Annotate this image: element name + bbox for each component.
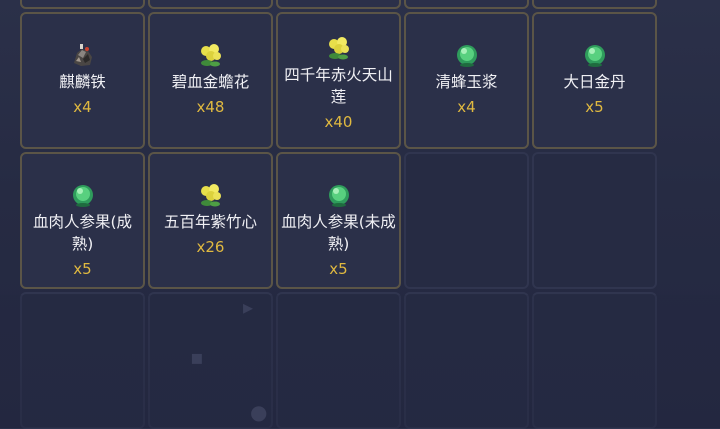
item-name: 四千年赤火天山莲 xyxy=(284,66,393,106)
inventory-slot-empty[interactable] xyxy=(532,152,657,289)
green-herb-icon xyxy=(453,41,481,69)
inventory-slot[interactable] xyxy=(532,0,657,9)
inventory-grid: 麒麟铁 x4 碧血金蟾花 x48 四千年赤火天山莲 x40 清蜂玉浆 x4 大日… xyxy=(20,0,657,429)
item-quantity: x5 xyxy=(329,260,348,278)
yellow-flower-icon xyxy=(197,41,225,69)
yellow-flower-icon xyxy=(197,181,225,209)
inventory-slot-snow-lotus[interactable]: 四千年赤火天山莲 x40 xyxy=(276,12,401,149)
inventory-slot-empty[interactable] xyxy=(20,292,145,429)
item-quantity: x4 xyxy=(73,98,92,116)
inventory-slot-qilin-iron[interactable]: 麒麟铁 x4 xyxy=(20,12,145,149)
inventory-slot-golden-toad-flower[interactable]: 碧血金蟾花 x48 xyxy=(148,12,273,149)
inventory-slot-bee-jade-syrup[interactable]: 清蜂玉浆 x4 xyxy=(404,12,529,149)
inventory-slot-purple-bamboo-heart[interactable]: 五百年紫竹心 x26 xyxy=(148,152,273,289)
item-name: 血肉人参果(未成熟) xyxy=(281,213,396,253)
item-quantity: x5 xyxy=(73,260,92,278)
faded-circle-icon: ● xyxy=(250,400,268,424)
inventory-slot-empty[interactable] xyxy=(532,292,657,429)
inventory-slot[interactable] xyxy=(404,0,529,9)
inventory-slot-sun-golden-pill[interactable]: 大日金丹 x5 xyxy=(532,12,657,149)
inventory-slot[interactable] xyxy=(148,0,273,9)
inventory-slot[interactable] xyxy=(276,0,401,9)
faded-play-icon: ▸ xyxy=(243,295,254,319)
inventory-slot-empty[interactable] xyxy=(276,292,401,429)
yellow-flower-icon xyxy=(325,34,353,62)
green-herb-icon xyxy=(325,181,353,209)
inventory-slot[interactable] xyxy=(20,0,145,9)
inventory-slot-ginseng-fruit-ripe[interactable]: 血肉人参果(成熟) x5 xyxy=(20,152,145,289)
item-quantity: x48 xyxy=(196,98,225,116)
inventory-slot-empty[interactable] xyxy=(404,292,529,429)
item-name: 清蜂玉浆 xyxy=(435,73,498,91)
item-name: 麒麟铁 xyxy=(59,73,106,91)
faded-slot-icon: ▪ xyxy=(190,345,204,369)
item-quantity: x40 xyxy=(324,113,353,131)
green-herb-icon xyxy=(69,181,97,209)
item-quantity: x5 xyxy=(585,98,604,116)
item-name: 碧血金蟾花 xyxy=(171,73,250,91)
item-quantity: x26 xyxy=(196,238,225,256)
item-name: 大日金丹 xyxy=(563,73,626,91)
item-name: 血肉人参果(成熟) xyxy=(32,213,133,253)
inventory-slot-ginseng-fruit-unripe[interactable]: 血肉人参果(未成熟) x5 xyxy=(276,152,401,289)
green-herb-icon xyxy=(581,41,609,69)
item-name: 五百年紫竹心 xyxy=(163,213,257,231)
inventory-slot-empty[interactable] xyxy=(404,152,529,289)
item-quantity: x4 xyxy=(457,98,476,116)
ore-icon xyxy=(69,41,97,69)
